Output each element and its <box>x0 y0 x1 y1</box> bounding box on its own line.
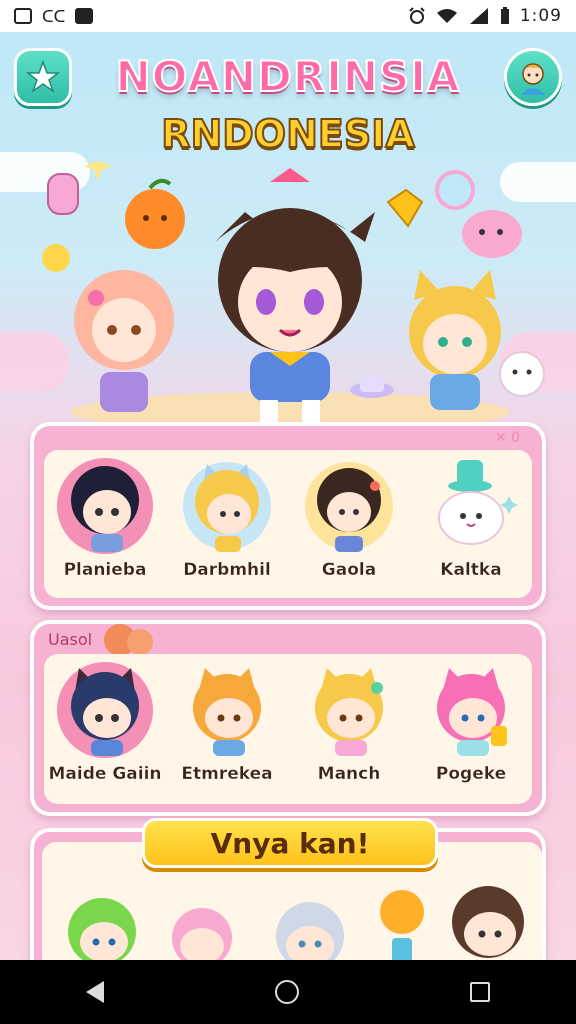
app-subtitle: RNDONESIA <box>160 111 416 157</box>
avatar <box>315 668 383 756</box>
profile-icon <box>521 63 545 95</box>
cc-icon: ᑕᑕ <box>42 6 66 26</box>
character-card-3: Vnya kan! <box>30 818 546 960</box>
favorites-button[interactable] <box>14 48 72 106</box>
profile-button[interactable] <box>504 48 562 106</box>
status-right: 1:09 <box>408 6 562 26</box>
signal-icon <box>469 8 488 24</box>
character-label: Maide Gaiin <box>48 764 162 784</box>
avatar <box>437 668 507 756</box>
status-bar: ᑕᑕ 1:09 <box>0 0 576 32</box>
character-maide-gaiin[interactable]: Maide Gaiin <box>48 660 162 784</box>
home-icon[interactable] <box>274 980 299 1004</box>
character-etmrekea[interactable]: Etmrekea <box>172 660 282 784</box>
app-screen: NOANDRINSIA RNDONESIA ✕ 0 Planieba Darbm… <box>0 32 576 960</box>
character-gaola[interactable]: Gaola <box>294 456 404 580</box>
avatar <box>438 460 518 545</box>
avatar <box>57 662 153 758</box>
status-left: ᑕᑕ <box>14 6 94 26</box>
avatar <box>193 668 261 756</box>
hero-characters-illustration <box>42 162 545 422</box>
character-pogeke[interactable]: Pogeke <box>416 660 526 784</box>
character-manch[interactable]: Manch <box>294 660 404 784</box>
star-icon <box>26 60 60 93</box>
wifi-icon <box>436 9 457 23</box>
app-title: NOANDRINSIA <box>115 51 461 102</box>
character-label: Planieba <box>63 560 147 580</box>
character-label: Gaola <box>321 560 377 580</box>
avatar <box>57 458 153 554</box>
character-darbmhil[interactable]: Darbmhil <box>172 456 282 580</box>
app-icon <box>75 8 94 24</box>
avatar <box>305 462 393 552</box>
character-kaltka[interactable]: Kaltka <box>416 456 526 580</box>
recent-apps-icon[interactable] <box>470 982 491 1002</box>
character-row-2: Maide Gaiin Etmrekea Manch Pogeke <box>44 654 532 804</box>
avatar <box>183 462 271 552</box>
character-label: Kaltka <box>440 560 502 580</box>
action-button[interactable]: Vnya kan! <box>142 818 438 868</box>
back-icon[interactable] <box>85 981 104 1003</box>
character-label: Etmrekea <box>181 764 273 784</box>
character-label: Pogeke <box>435 764 507 784</box>
character-row-1: Planieba Darbmhil Gaola Kaltka <box>44 450 532 598</box>
character-label: Darbmhil <box>183 560 271 580</box>
system-nav-bar <box>0 960 576 1024</box>
clock: 1:09 <box>519 6 562 26</box>
gallery-icon <box>14 8 32 24</box>
alarm-icon <box>409 7 425 24</box>
card-corner-mark: ✕ 0 <box>494 430 520 446</box>
character-card-2: Uasol Maide Gaiin Etmrekea Manch Pogeke <box>30 620 546 816</box>
character-planieba[interactable]: Planieba <box>50 456 160 580</box>
battery-icon <box>500 7 509 24</box>
hero-illustration <box>0 162 576 432</box>
card-tag: Uasol <box>48 630 93 649</box>
character-label: Manch <box>317 764 381 784</box>
character-card-1: ✕ 0 Planieba Darbmhil Gaola Kaltka <box>30 422 546 610</box>
